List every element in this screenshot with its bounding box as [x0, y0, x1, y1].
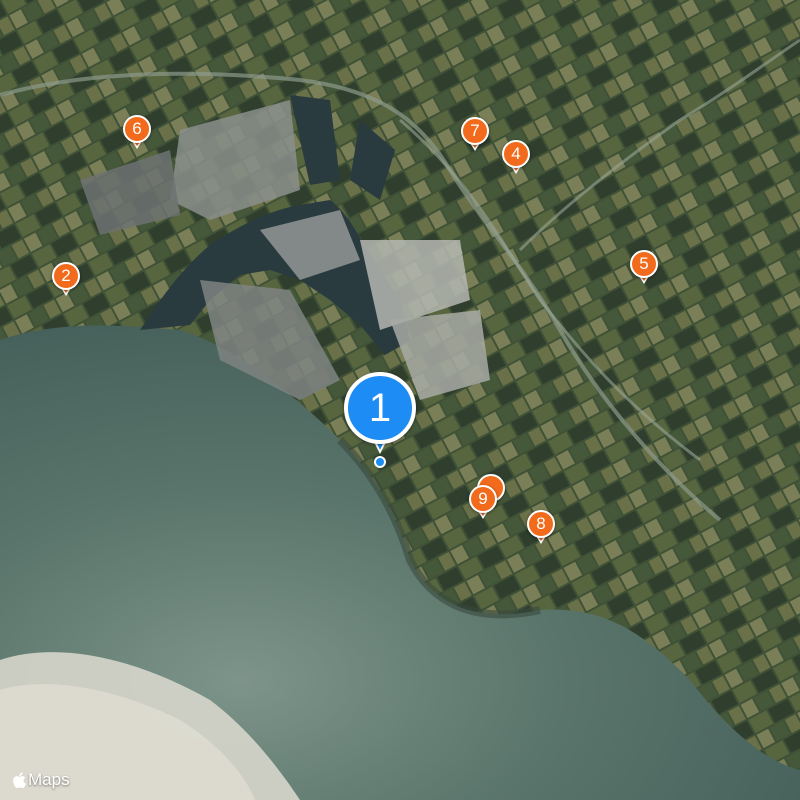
map-marker-2[interactable]: 2 — [52, 262, 80, 300]
marker-badge: 4 — [502, 140, 530, 168]
map-marker-5[interactable]: 5 — [630, 250, 658, 288]
marker-badge: 8 — [527, 510, 555, 538]
map-marker-4[interactable]: 4 — [502, 140, 530, 178]
maps-attribution[interactable]: Maps — [12, 770, 70, 790]
map-marker-8[interactable]: 8 — [527, 510, 555, 548]
marker-badge: 1 — [344, 372, 416, 444]
map-marker-6[interactable]: 6 — [123, 115, 151, 153]
marker-badge: 5 — [630, 250, 658, 278]
apple-logo-icon — [13, 772, 26, 788]
marker-badge: 9 — [469, 485, 497, 513]
maps-brand-label: Maps — [28, 770, 70, 789]
map-marker-7[interactable]: 7 — [461, 117, 489, 155]
marker-badge: 6 — [123, 115, 151, 143]
map-marker-1-selected[interactable]: 1 — [344, 372, 416, 468]
marker-badge: 2 — [52, 262, 80, 290]
map-canvas[interactable]: 2 6 7 4 5 9 8 1 Maps — [0, 0, 800, 800]
map-marker-9[interactable]: 9 — [469, 485, 497, 523]
marker-badge: 7 — [461, 117, 489, 145]
location-dot — [374, 456, 386, 468]
